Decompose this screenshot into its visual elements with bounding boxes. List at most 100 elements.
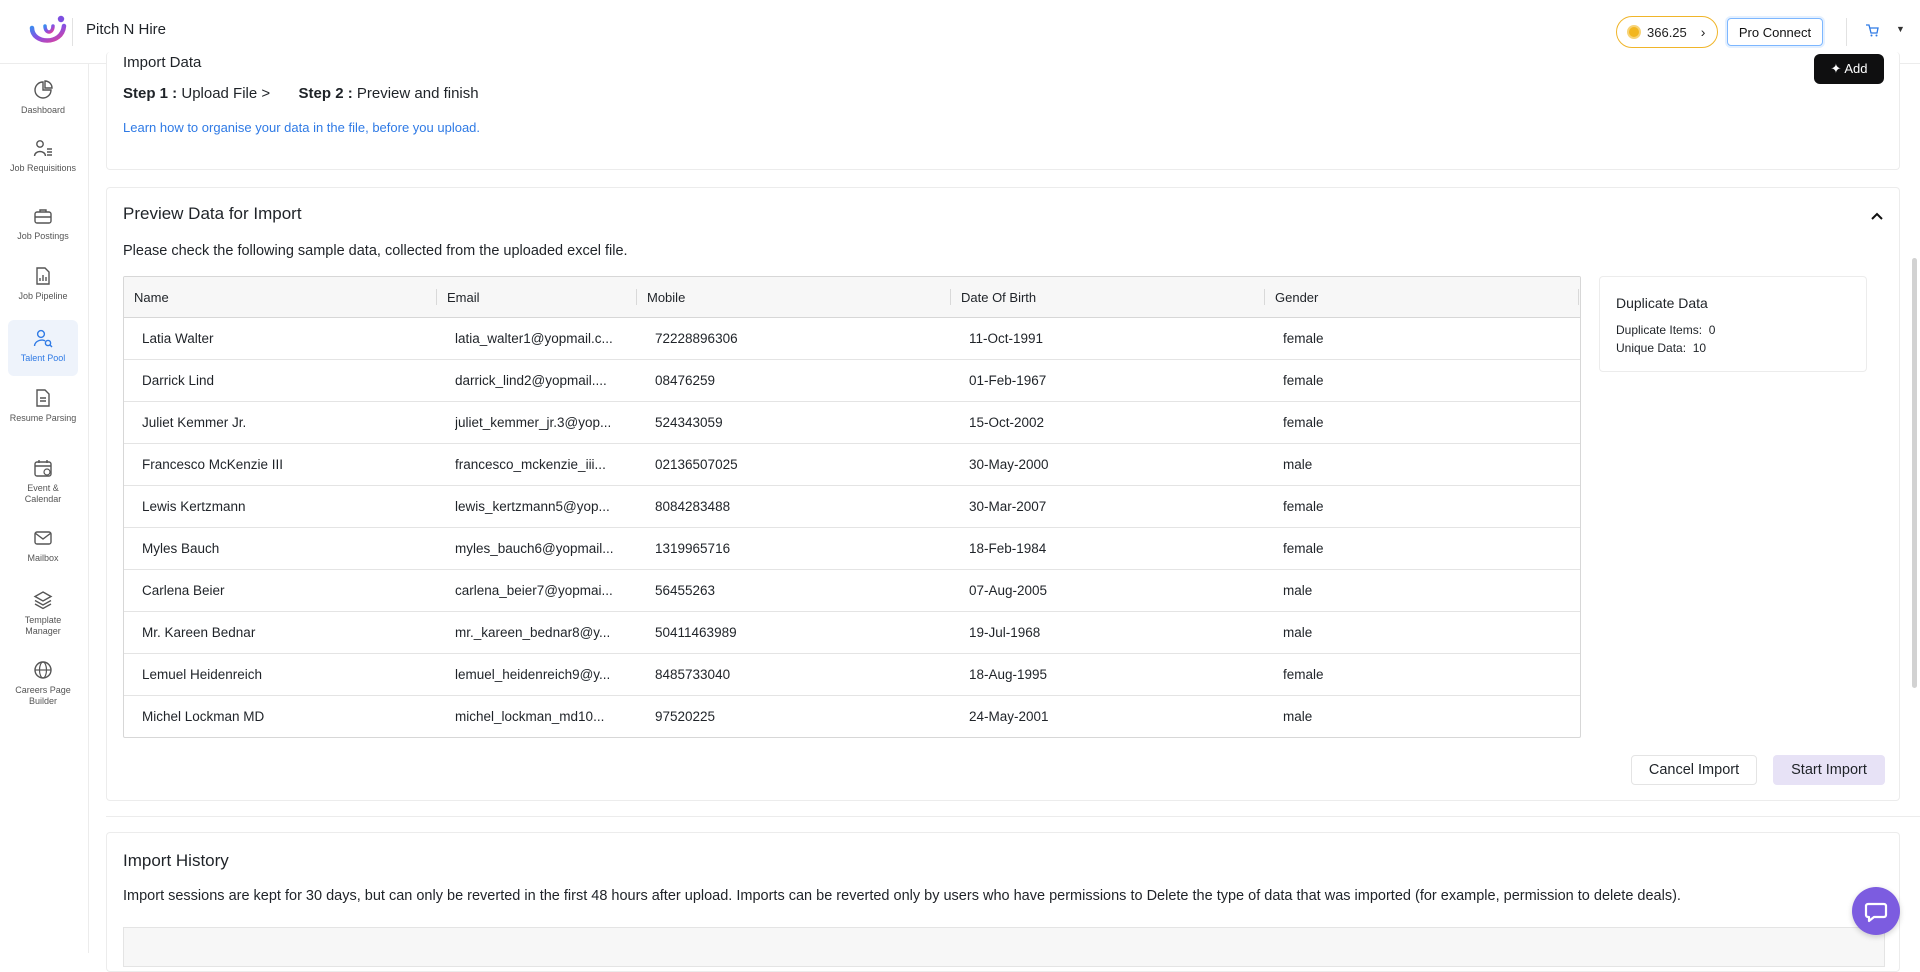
import-history-card: Import History Import sessions are kept …	[106, 832, 1900, 972]
table-row[interactable]: Mr. Kareen Bednar mr._kareen_bednar8@y...…	[124, 612, 1580, 654]
calendar-icon	[34, 460, 52, 477]
sidebar-item-template-manager[interactable]: Template Manager	[8, 590, 78, 644]
table-header: Name Email Mobile Date Of Birth Gender	[124, 277, 1580, 318]
duplicate-items-value: 0	[1708, 323, 1716, 337]
import-data-card: Import Data Step 1 : Upload File > Step …	[106, 52, 1900, 170]
coins-balance-button[interactable]: 366.25 ›	[1616, 16, 1718, 48]
table-row[interactable]: Myles Bauch myles_bauch6@yopmail... 131996…	[124, 528, 1580, 570]
sidebar-item-job-postings[interactable]: Job Postings	[8, 206, 78, 252]
cell-email: juliet_kemmer_jr.3@yop...	[455, 415, 612, 430]
column-header-mobile: Mobile	[647, 290, 686, 305]
cell-name: Lewis Kertzmann	[142, 499, 246, 514]
sidebar-item-mailbox[interactable]: Mailbox	[8, 528, 78, 572]
cell-email: darrick_lind2@yopmail....	[455, 373, 607, 388]
unique-data-label: Unique Data:	[1616, 341, 1687, 355]
sidebar-item-job-pipeline[interactable]: Job Pipeline	[8, 266, 78, 312]
cell-dob: 19-Jul-1968	[969, 625, 1041, 640]
cell-name: Mr. Kareen Bednar	[142, 625, 256, 640]
column-divider	[1578, 289, 1579, 305]
table-row[interactable]: Carlena Beier carlena_beier7@yopmai... 564…	[124, 570, 1580, 612]
cell-email: carlena_beier7@yopmai...	[455, 583, 613, 598]
cell-name: Darrick Lind	[142, 373, 215, 388]
unique-data-value: 10	[1692, 341, 1707, 355]
cell-dob: 01-Feb-1967	[969, 373, 1047, 388]
step2-text: Preview and finish	[356, 85, 479, 102]
layers-icon	[33, 591, 53, 610]
sidebar-item-label: Mailbox	[27, 553, 59, 563]
duplicate-items-label: Duplicate Items:	[1616, 323, 1703, 337]
cell-dob: 30-Mar-2007	[969, 499, 1047, 514]
column-divider[interactable]	[1264, 289, 1265, 305]
cancel-import-button[interactable]: Cancel Import	[1631, 755, 1757, 785]
cell-dob: 18-Feb-1984	[969, 541, 1047, 556]
sidebar-item-resume-parsing[interactable]: Resume Parsing	[8, 388, 78, 442]
cell-mobile: 8485733040	[655, 667, 731, 682]
cell-mobile: 1319965716	[655, 541, 731, 556]
start-import-button[interactable]: Start Import	[1773, 755, 1885, 785]
cell-dob: 30-May-2000	[969, 457, 1049, 472]
column-divider[interactable]	[950, 289, 951, 305]
pie-chart-icon	[34, 80, 53, 99]
cell-gender: female	[1283, 331, 1324, 346]
sidebar: Dashboard Job Requisitions Job Postings …	[0, 64, 89, 953]
cell-email: mr._kareen_bednar8@y...	[455, 625, 611, 640]
unique-data-line: Unique Data: 10	[1616, 341, 1706, 355]
sidebar-item-event-calendar[interactable]: Event & Calendar	[8, 458, 78, 512]
table-row[interactable]: Francesco McKenzie III francesco_mckenzie…	[124, 444, 1580, 486]
brand-logo-icon[interactable]	[28, 14, 68, 50]
sidebar-item-dashboard[interactable]: Dashboard	[8, 80, 78, 126]
step1-label: Step 1 :	[123, 85, 178, 102]
chevron-right-icon: ›	[1700, 24, 1706, 40]
table-row[interactable]: Darrick Lind darrick_lind2@yopmail.... 084…	[124, 360, 1580, 402]
step2-label: Step 2 :	[298, 85, 353, 102]
add-button[interactable]: ✦ Add	[1814, 54, 1884, 84]
column-divider[interactable]	[636, 289, 637, 305]
globe-icon	[34, 661, 52, 679]
cell-mobile: 50411463989	[655, 625, 737, 640]
import-data-title: Import Data	[123, 54, 202, 71]
sidebar-item-job-requisitions[interactable]: Job Requisitions	[8, 138, 78, 192]
cell-dob: 24-May-2001	[969, 709, 1049, 724]
preview-data-card: Preview Data for Import Please check the…	[106, 187, 1900, 801]
document-chart-icon	[36, 267, 50, 285]
chat-button[interactable]	[1852, 887, 1900, 935]
cell-mobile: 02136507025	[655, 457, 738, 472]
cell-dob: 07-Aug-2005	[969, 583, 1048, 598]
sidebar-item-label: Resume Parsing	[9, 413, 77, 423]
header-divider	[1846, 18, 1847, 46]
document-icon	[36, 389, 50, 407]
user-avatar-icon[interactable]	[1864, 22, 1880, 38]
preview-description: Please check the following sample data, …	[123, 243, 628, 259]
table-row[interactable]: Lewis Kertzmann lewis_kertzmann5@yop... 80…	[124, 486, 1580, 528]
sidebar-item-label: Dashboard	[20, 105, 66, 115]
preview-title: Preview Data for Import	[123, 204, 302, 223]
column-divider[interactable]	[436, 289, 437, 305]
sidebar-item-label: Job Pipeline	[18, 291, 68, 301]
cell-gender: female	[1283, 415, 1324, 430]
cell-mobile: 72228896306	[655, 331, 738, 346]
cell-gender: female	[1283, 541, 1324, 556]
duplicate-items-line: Duplicate Items: 0	[1616, 323, 1715, 337]
table-row[interactable]: Michel Lockman MD michel_lockman_md10... 9…	[124, 696, 1580, 737]
chevron-down-icon[interactable]: ▼	[1896, 24, 1905, 34]
table-row[interactable]: Juliet Kemmer Jr. juliet_kemmer_jr.3@yop.…	[124, 402, 1580, 444]
cell-gender: male	[1283, 457, 1313, 472]
table-row[interactable]: Latia Walter latia_walter1@yopmail.c... 72…	[124, 318, 1580, 360]
preview-table: Name Email Mobile Date Of Birth Gender L…	[123, 276, 1581, 738]
sidebar-item-talent-pool[interactable]: Talent Pool	[8, 320, 78, 376]
sidebar-item-label: Job Postings	[17, 231, 69, 241]
cell-gender: male	[1283, 625, 1313, 640]
sidebar-item-label: Talent Pool	[20, 353, 66, 363]
cell-name: Carlena Beier	[142, 583, 225, 598]
page-scrollbar[interactable]	[1912, 258, 1917, 688]
sidebar-item-label: Careers Page Builder	[15, 685, 71, 706]
brand-name: Pitch N Hire	[86, 21, 167, 38]
learn-organise-link[interactable]: Learn how to organise your data in the f…	[123, 120, 480, 135]
sidebar-item-label: Event & Calendar	[24, 483, 62, 504]
sidebar-item-careers-page-builder[interactable]: Careers Page Builder	[8, 660, 78, 714]
cell-name: Myles Bauch	[142, 541, 220, 556]
pro-connect-button[interactable]: Pro Connect	[1727, 18, 1823, 46]
chevron-up-icon[interactable]	[1869, 208, 1885, 224]
table-row[interactable]: Lemuel Heidenreich lemuel_heidenreich9@y.…	[124, 654, 1580, 696]
cell-gender: female	[1283, 499, 1324, 514]
